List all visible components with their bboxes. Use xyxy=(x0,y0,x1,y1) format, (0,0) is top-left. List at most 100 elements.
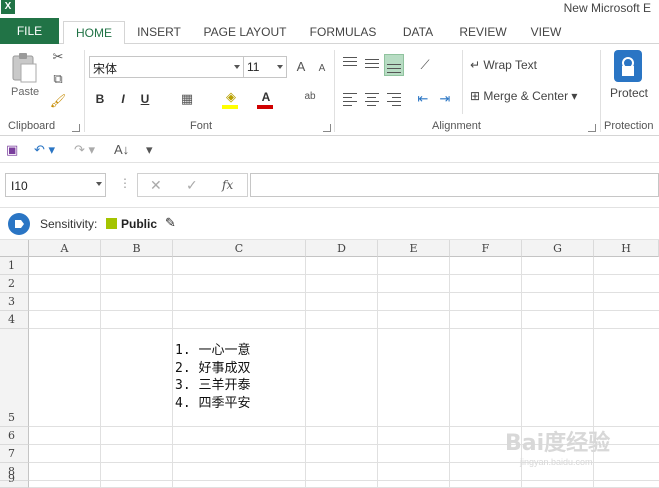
watermark-url: jingyan.baidu.com xyxy=(520,457,593,467)
column-header-g[interactable]: G xyxy=(522,240,594,257)
row-header-2[interactable]: 2 xyxy=(0,275,29,293)
save-icon[interactable]: ▣ xyxy=(6,141,18,159)
row-header-1[interactable]: 1 xyxy=(0,257,29,275)
row-number: 9 xyxy=(8,472,15,485)
sensitivity-icon[interactable] xyxy=(8,213,30,235)
merge-center-label: Merge & Center xyxy=(483,89,569,103)
sensitivity-value[interactable]: Public xyxy=(121,217,157,231)
group-label-protection: Protection xyxy=(604,120,654,132)
fill-color-bar xyxy=(222,105,238,109)
ribbon-tabs: FILE HOME INSERT PAGE LAYOUT FORMULAS DA… xyxy=(0,18,659,45)
chevron-down-icon xyxy=(234,65,240,69)
paste-icon[interactable] xyxy=(10,52,38,84)
protect-button-label[interactable]: Protect xyxy=(610,86,648,100)
underline-button[interactable]: U xyxy=(136,90,154,108)
lock-icon[interactable] xyxy=(614,50,642,82)
wrap-text-label: Wrap Text xyxy=(483,58,537,72)
font-launcher-icon[interactable] xyxy=(323,124,331,132)
orientation-icon[interactable]: ⟋ xyxy=(416,56,434,74)
name-box[interactable]: I10 xyxy=(5,173,106,197)
copy-icon[interactable]: ⧉ xyxy=(49,70,67,88)
row-header-9[interactable]: 9 xyxy=(0,472,29,488)
column-header-f[interactable]: F xyxy=(450,240,522,257)
paste-button-label[interactable]: Paste xyxy=(11,86,39,98)
group-divider xyxy=(84,50,85,132)
select-all-corner[interactable] xyxy=(0,240,29,257)
shrink-font-button[interactable]: A xyxy=(313,60,331,78)
font-color-icon[interactable]: A xyxy=(257,88,275,106)
format-painter-icon[interactable]: 🖌 xyxy=(49,92,67,110)
italic-button[interactable]: I xyxy=(114,90,132,108)
font-size-value: 11 xyxy=(247,60,260,74)
align-bottom-icon[interactable] xyxy=(384,54,404,76)
merge-icon: ⊞ xyxy=(470,89,484,103)
row-header-4[interactable]: 4 xyxy=(0,311,29,329)
increase-indent-icon[interactable]: ⇥ xyxy=(436,90,454,108)
column-header-c[interactable]: C xyxy=(173,240,306,257)
group-label-alignment: Alignment xyxy=(432,120,481,132)
cut-icon[interactable]: ✂ xyxy=(49,48,67,66)
undo-icon[interactable]: ↶ ▾ xyxy=(34,141,55,159)
tab-formulas[interactable]: FORMULAS xyxy=(306,21,380,44)
cell-c5[interactable]: 1. 一心一意 2. 好事成双 3. 三羊开泰 4. 四季平安 xyxy=(175,342,250,412)
chevron-down-icon xyxy=(277,65,283,69)
row-header-6[interactable]: 6 xyxy=(0,427,29,445)
tab-data[interactable]: DATA xyxy=(396,21,440,44)
gridline-horizontal xyxy=(29,274,659,275)
row-header-7[interactable]: 7 xyxy=(0,445,29,463)
enter-icon[interactable]: ✓ xyxy=(186,177,198,194)
align-right-icon[interactable] xyxy=(385,90,403,108)
customize-qat-icon[interactable]: ▾ xyxy=(146,141,153,159)
font-size-select[interactable]: 11 xyxy=(243,56,287,78)
title-bar: X New Microsoft E xyxy=(0,0,659,18)
column-header-b[interactable]: B xyxy=(101,240,173,257)
align-center-icon[interactable] xyxy=(363,90,381,108)
group-divider xyxy=(462,50,463,114)
font-color-bar xyxy=(257,105,273,109)
border-icon[interactable]: ▦ xyxy=(178,90,196,108)
insert-function-icon[interactable]: fx xyxy=(222,178,233,192)
sensitivity-label: Sensitivity: xyxy=(40,217,98,231)
tab-review[interactable]: REVIEW xyxy=(456,21,510,44)
font-name-select[interactable]: 宋体 xyxy=(89,56,244,78)
gridline-horizontal xyxy=(29,328,659,329)
cancel-icon[interactable]: ✕ xyxy=(150,177,162,194)
row-number: 4 xyxy=(8,313,15,326)
clipboard-launcher-icon[interactable] xyxy=(72,124,80,132)
align-left-icon[interactable] xyxy=(341,90,359,108)
phonetic-icon[interactable]: ab xyxy=(301,88,319,106)
tab-view[interactable]: VIEW xyxy=(526,21,566,44)
column-header-a[interactable]: A xyxy=(29,240,101,257)
window-title: New Microsoft E xyxy=(563,1,651,15)
ribbon: Paste ✂ ⧉ 🖌 Clipboard 宋体 11 A A B I U ▦ … xyxy=(0,44,659,136)
pencil-icon[interactable]: ✎ xyxy=(165,215,176,231)
formula-bar-grip-icon[interactable]: ⋮ xyxy=(119,176,131,190)
column-header-h[interactable]: H xyxy=(594,240,659,257)
redo-icon[interactable]: ↷ ▾ xyxy=(74,141,95,159)
column-header-d[interactable]: D xyxy=(306,240,378,257)
align-middle-icon[interactable] xyxy=(363,54,381,72)
align-top-icon[interactable] xyxy=(341,54,359,72)
formula-buttons: ✕ ✓ fx xyxy=(137,173,248,197)
tab-file[interactable]: FILE xyxy=(0,18,59,44)
row-number: 6 xyxy=(8,429,15,442)
column-header-e[interactable]: E xyxy=(378,240,450,257)
tab-insert[interactable]: INSERT xyxy=(133,21,185,44)
tab-home[interactable]: HOME xyxy=(63,21,125,45)
name-box-value: I10 xyxy=(11,179,28,193)
wrap-text-button[interactable]: ↵ Wrap Text xyxy=(470,58,537,72)
row-header-5[interactable]: 5 xyxy=(0,329,29,427)
row-header-3[interactable]: 3 xyxy=(0,293,29,311)
chevron-down-icon xyxy=(96,182,102,186)
group-divider xyxy=(600,50,601,132)
decrease-indent-icon[interactable]: ⇤ xyxy=(414,90,432,108)
fill-color-icon[interactable]: ◈ xyxy=(222,88,240,106)
merge-center-button[interactable]: ⊞ Merge & Center ▾ xyxy=(470,89,577,103)
tab-page-layout[interactable]: PAGE LAYOUT xyxy=(200,21,290,44)
gridline-horizontal xyxy=(29,480,659,481)
sort-icon[interactable]: A↓ xyxy=(114,141,129,159)
bold-button[interactable]: B xyxy=(91,90,109,108)
formula-input[interactable] xyxy=(250,173,659,197)
alignment-launcher-icon[interactable] xyxy=(588,124,596,132)
grow-font-button[interactable]: A xyxy=(292,58,310,76)
